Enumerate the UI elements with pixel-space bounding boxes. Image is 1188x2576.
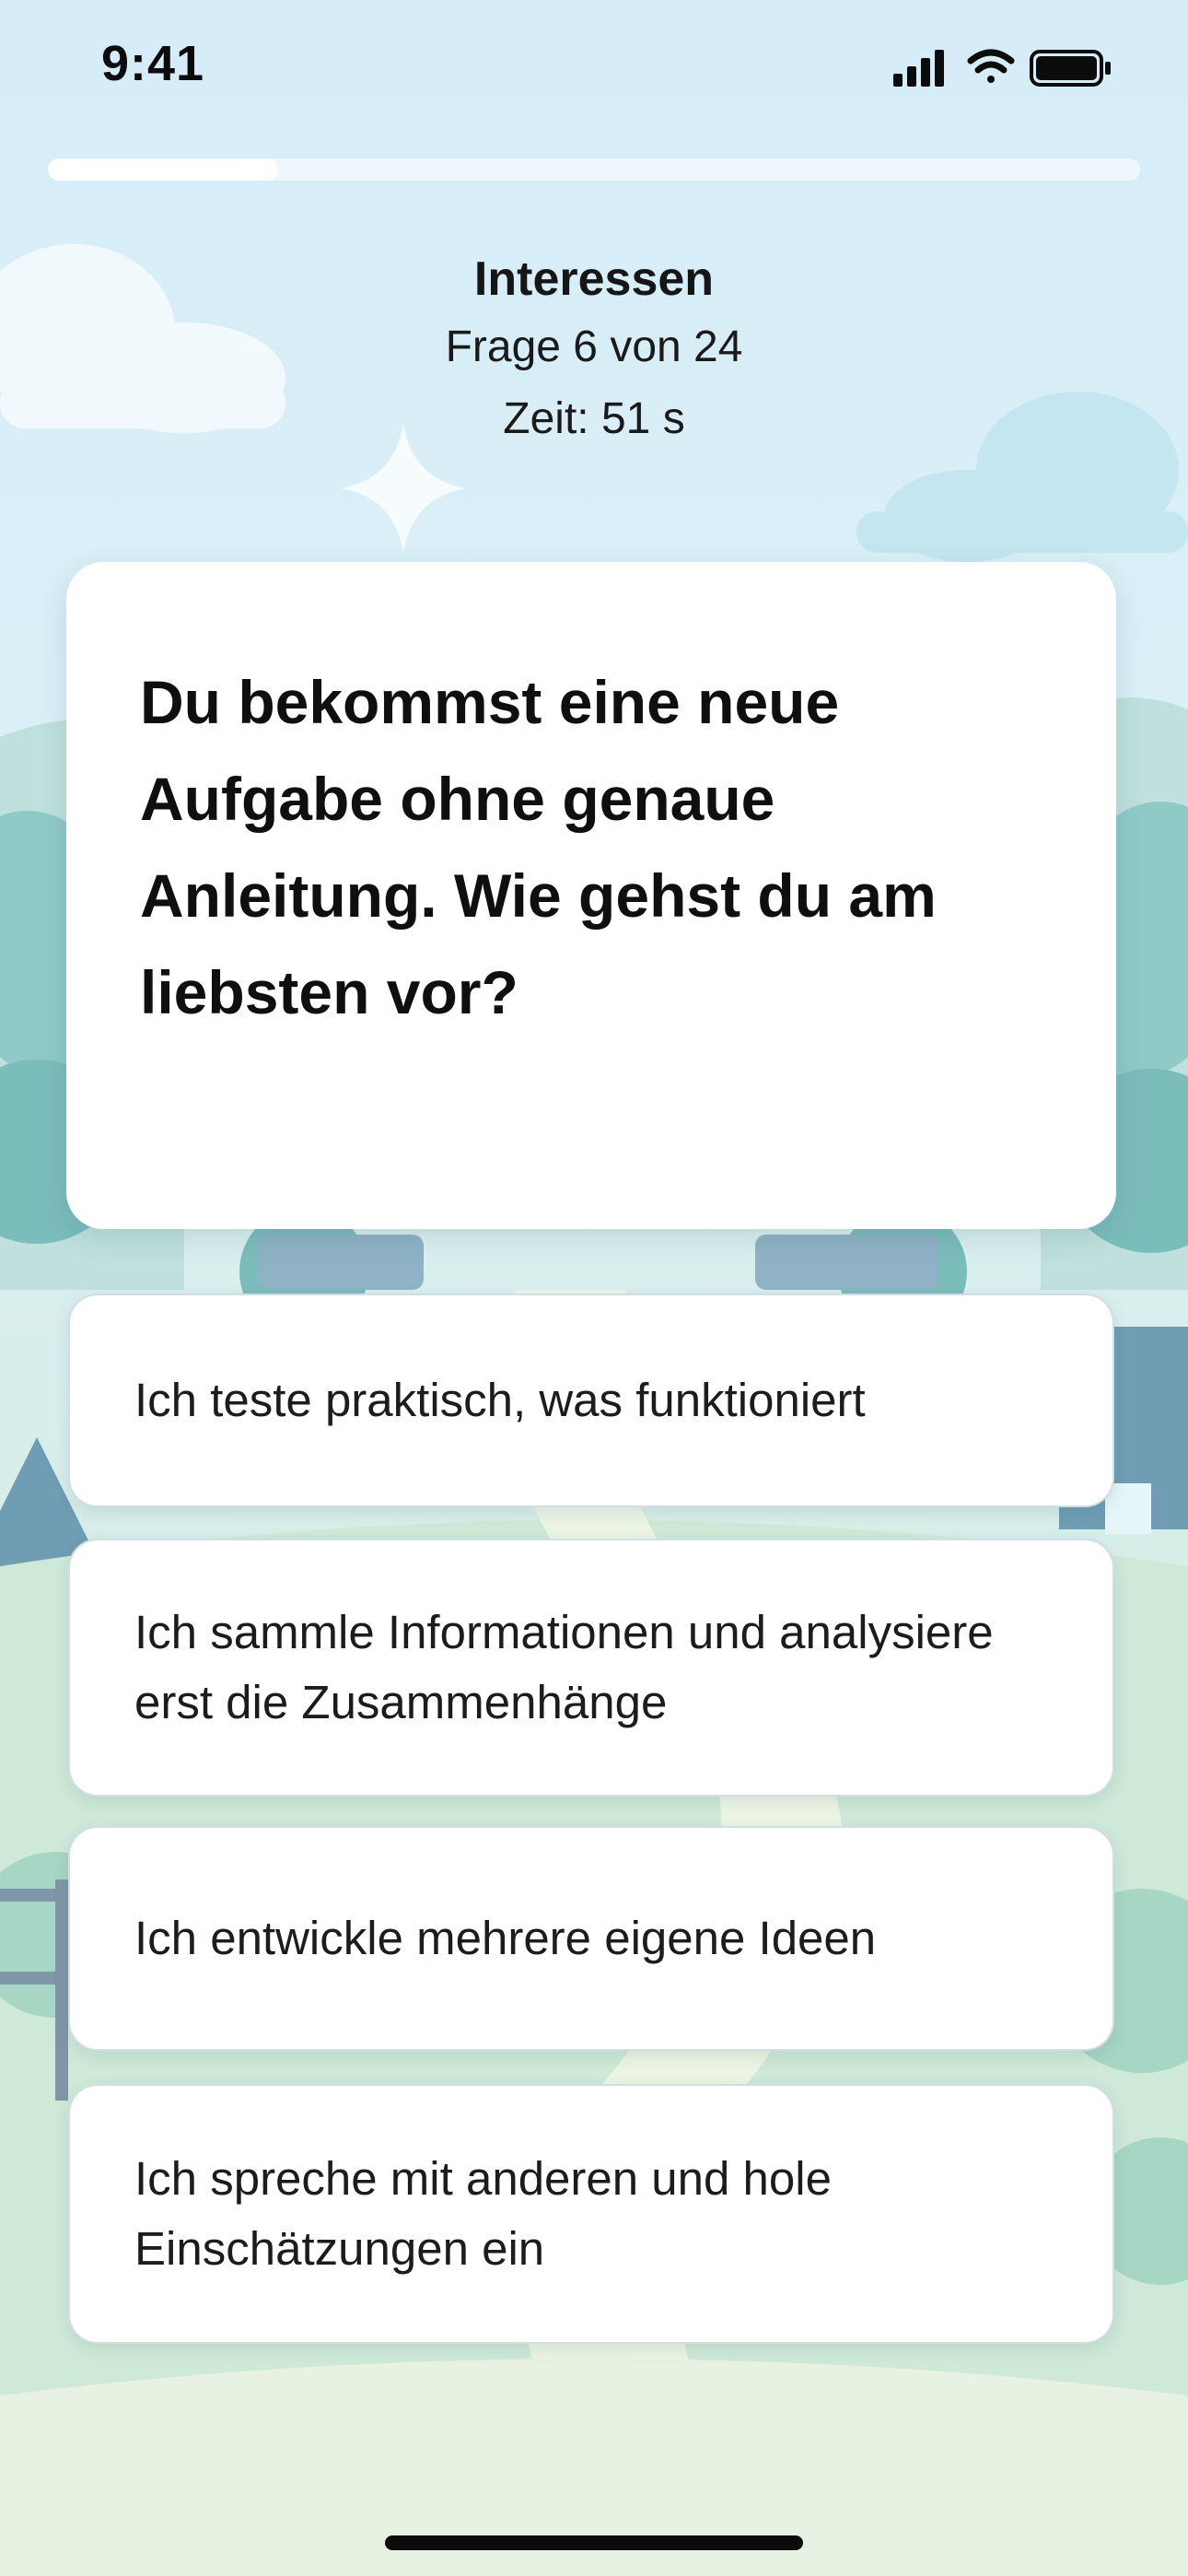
timer-text: Zeit: 51 s [503, 394, 685, 443]
quiz-progress-bar [48, 158, 1140, 181]
quiz-progress-fill [48, 158, 278, 181]
battery-icon [1030, 50, 1111, 87]
answer-option-2[interactable]: Ich sammle Informationen und analysiere … [68, 1539, 1114, 1797]
section-title: Interessen [473, 252, 715, 306]
status-bar: 9:41 [0, 0, 1188, 138]
cellular-signal-icon [893, 50, 944, 87]
answer-option-4[interactable]: Ich spreche mit anderen und hole Einschä… [68, 2084, 1114, 2344]
status-icons [893, 49, 1111, 87]
answer-option-label: Ich teste praktisch, was funktioniert [134, 1374, 866, 1426]
home-indicator[interactable] [385, 2535, 803, 2550]
answer-option-1[interactable]: Ich teste praktisch, was funktioniert [68, 1294, 1114, 1507]
answer-option-label: Ich sammle Informationen und analysiere … [134, 1606, 994, 1728]
answer-option-3[interactable]: Ich entwickle mehrere eigene Ideen [68, 1826, 1114, 2051]
wifi-icon [967, 49, 1015, 83]
question-counter: Frage 6 von 24 [445, 322, 743, 371]
quiz-header: Interessen Frage 6 von 24 Zeit: 51 s [0, 247, 1188, 455]
status-time: 9:41 [101, 36, 205, 91]
question-text: Du bekommst eine neue Aufgabe ohne genau… [140, 668, 937, 1026]
answer-option-label: Ich entwickle mehrere eigene Ideen [134, 1912, 877, 1964]
answer-option-label: Ich spreche mit anderen und hole Einschä… [134, 2152, 832, 2275]
question-card: Du bekommst eine neue Aufgabe ohne genau… [66, 562, 1116, 1229]
